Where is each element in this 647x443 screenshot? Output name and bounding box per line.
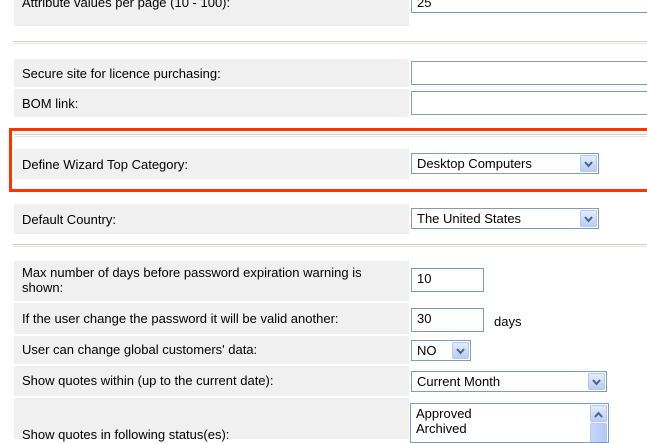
chevron-up-icon[interactable] [590, 405, 607, 422]
highlight-box [9, 128, 647, 192]
divider [14, 244, 647, 245]
bom-link-label: BOM link: [22, 96, 79, 111]
setting-row-password-validity: If the user change the password it will … [14, 303, 647, 334]
secure-site-input[interactable] [411, 61, 647, 85]
divider [14, 246, 647, 247]
list-item[interactable]: Archived [416, 421, 467, 436]
default-country-cell: The United States [409, 204, 647, 234]
default-country-label: Default Country: [22, 212, 116, 227]
attr-per-page-label: Attribute values per page (10 - 100): [22, 0, 231, 10]
quotes-within-select[interactable]: Current Month [411, 371, 607, 392]
quotes-within-label: Show quotes within (up to the current da… [22, 373, 274, 388]
password-validity-label: If the user change the password it will … [22, 311, 339, 326]
quotes-status-label: Show quotes in following status(es): [22, 427, 230, 442]
default-country-select[interactable]: The United States [411, 208, 599, 229]
setting-row-default-country: Default Country: The United States [14, 204, 647, 234]
default-country-value: The United States [417, 211, 522, 226]
attr-per-page-cell: 25 [409, 0, 647, 26]
bom-link-input[interactable] [411, 91, 647, 115]
global-customers-select[interactable]: NO [411, 340, 471, 361]
listbox-scrollbar[interactable] [590, 405, 607, 442]
chevron-down-icon[interactable] [580, 210, 597, 227]
setting-row-quotes-within: Show quotes within (up to the current da… [14, 366, 647, 396]
quotes-within-cell: Current Month [409, 366, 647, 396]
global-customers-cell: NO [409, 336, 647, 364]
setting-row-global-customers: User can change global customers' data: … [14, 336, 647, 364]
divider [14, 41, 647, 42]
setting-row-password-warning: Max number of days before password expir… [14, 261, 647, 301]
global-customers-value: NO [417, 343, 437, 358]
password-validity-cell: 30 days [409, 303, 647, 334]
quotes-within-value: Current Month [417, 374, 501, 389]
secure-site-cell [409, 59, 647, 87]
setting-row-attr-per-page: Attribute values per page (10 - 100): 25 [14, 0, 647, 26]
password-validity-suffix: days [494, 314, 522, 329]
global-customers-label: User can change global customers' data: [22, 342, 258, 357]
password-validity-input[interactable]: 30 [411, 308, 484, 332]
divider [14, 43, 647, 44]
setting-row-secure-site: Secure site for licence purchasing: [14, 59, 647, 87]
list-item[interactable]: Approved [416, 406, 472, 421]
password-warning-cell: 10 [409, 261, 647, 301]
secure-site-label: Secure site for licence purchasing: [22, 66, 221, 81]
setting-row-bom-link: BOM link: [14, 89, 647, 117]
quotes-status-listbox[interactable]: Approved Archived [410, 403, 609, 443]
password-warning-input[interactable]: 10 [411, 268, 484, 292]
password-warning-label: Max number of days before password expir… [22, 265, 362, 295]
attr-per-page-input[interactable]: 25 [411, 0, 647, 13]
chevron-down-icon[interactable] [588, 373, 605, 390]
scroll-thumb[interactable] [590, 423, 607, 442]
chevron-down-icon[interactable] [452, 342, 469, 359]
bom-link-cell [409, 89, 647, 117]
